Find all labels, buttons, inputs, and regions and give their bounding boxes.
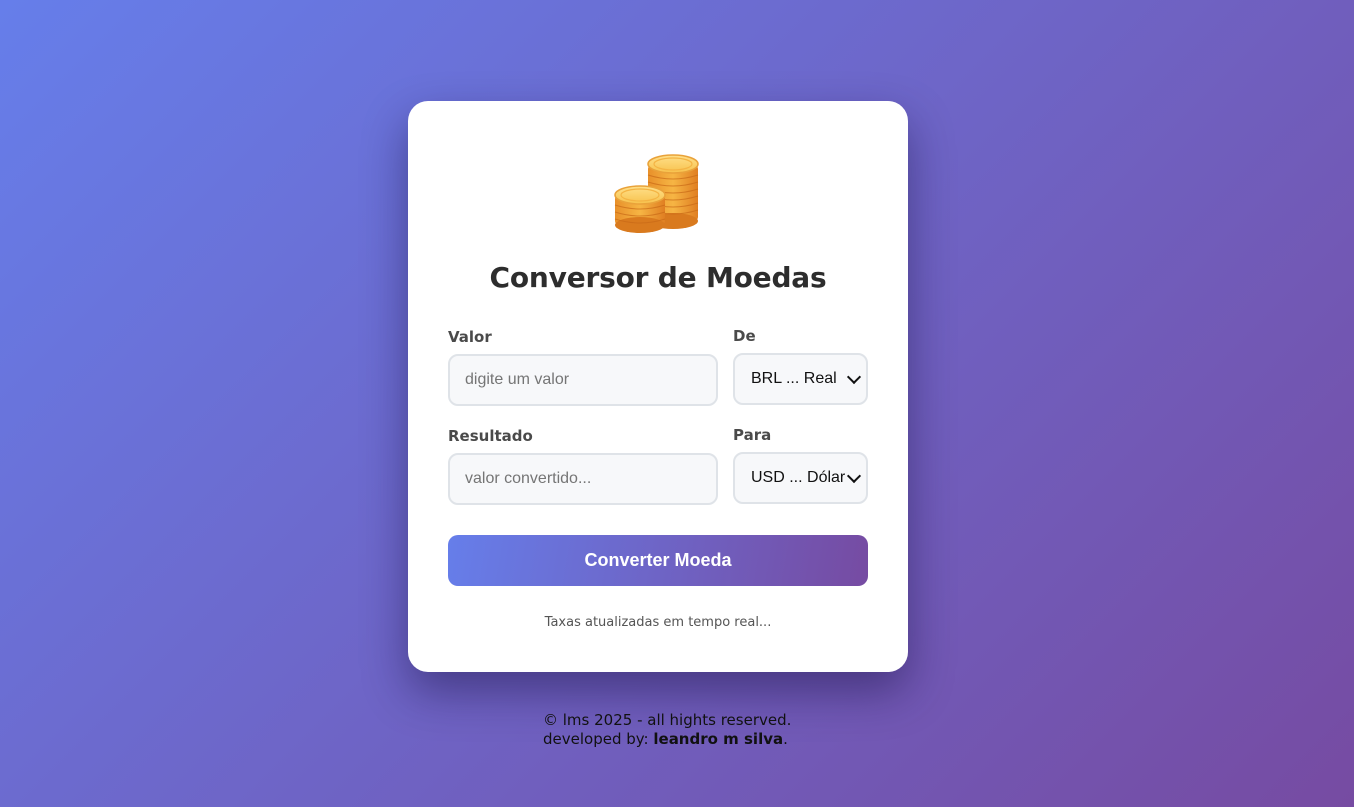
copyright-text: © lms 2025 - all hights reserved. bbox=[543, 711, 792, 729]
from-currency-value: BRL ... Real bbox=[751, 370, 837, 387]
chevron-down-icon bbox=[846, 468, 862, 483]
value-input[interactable] bbox=[448, 354, 718, 406]
from-currency-select[interactable]: BRL ... Real bbox=[733, 353, 868, 405]
credit-prefix: developed by: bbox=[543, 730, 654, 748]
from-label: De bbox=[733, 327, 756, 345]
credit-suffix: . bbox=[783, 730, 788, 748]
value-label: Valor bbox=[448, 328, 492, 346]
to-label: Para bbox=[733, 426, 772, 444]
to-currency-value: USD ... Dólar bbox=[751, 469, 846, 486]
rates-note: Taxas atualizadas em tempo real... bbox=[544, 615, 772, 630]
to-currency-select[interactable]: USD ... Dólar bbox=[733, 452, 868, 504]
chevron-down-icon bbox=[846, 369, 862, 384]
result-label: Resultado bbox=[448, 427, 533, 445]
convert-button[interactable]: Converter Moeda bbox=[448, 535, 868, 586]
page-title: Conversor de Moedas bbox=[489, 261, 827, 294]
result-input[interactable] bbox=[448, 453, 718, 505]
author-name: leandro m silva bbox=[653, 730, 784, 748]
developer-credit: developed by: leandro m silva. bbox=[543, 730, 791, 749]
footer: © lms 2025 - all hights reserved. develo… bbox=[543, 711, 791, 749]
coins-icon bbox=[614, 154, 699, 233]
converter-card: Conversor de Moedas Valor De BRL ... Rea… bbox=[408, 101, 908, 672]
